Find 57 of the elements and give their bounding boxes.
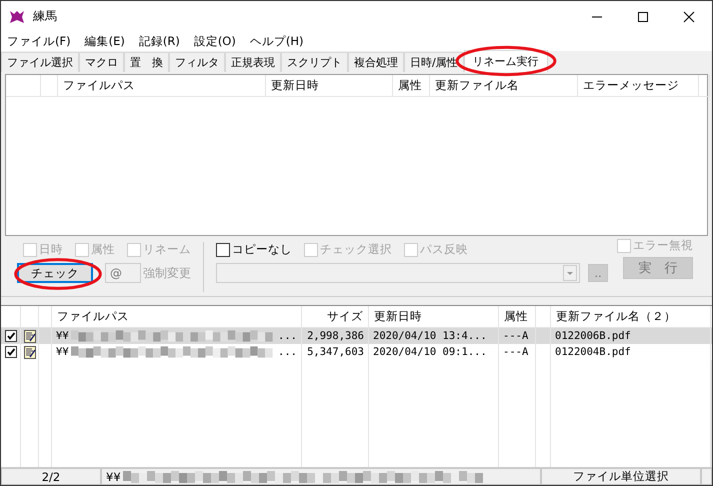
tab[interactable]: 置 換: [124, 52, 169, 72]
maximize-icon[interactable]: [637, 10, 649, 22]
tab[interactable]: 日時/属性: [404, 52, 464, 72]
table-cell: 0122004B.pdf: [551, 344, 711, 360]
status-path: ¥¥: [106, 470, 121, 484]
checkbox[interactable]: [4, 346, 16, 358]
column-header[interactable]: [699, 75, 710, 97]
tab[interactable]: リネーム実行: [464, 50, 548, 72]
column-header[interactable]: [41, 75, 58, 97]
status-mode: ファイル単位選択: [541, 468, 701, 485]
checkbox-label: パス反映: [420, 242, 468, 257]
checkbox-label: 属性: [91, 242, 115, 257]
column-header[interactable]: 更新ファイル名: [430, 75, 578, 97]
tab[interactable]: 複合処理: [348, 52, 404, 72]
checkbox[interactable]: [4, 330, 16, 342]
force-change-label: 強制変更: [143, 264, 191, 282]
close-icon[interactable]: [683, 10, 695, 22]
tab[interactable]: スクリプト: [281, 52, 348, 72]
window-title: 練馬: [33, 8, 57, 25]
tab[interactable]: フィルタ: [169, 52, 225, 72]
column-header[interactable]: ファイルパス: [58, 75, 266, 97]
column-header[interactable]: エラーメッセージ: [578, 75, 699, 97]
path-text: ¥¥: [56, 330, 69, 342]
table-cell: 5,347,603: [302, 344, 369, 360]
document-icon: [24, 330, 36, 342]
menu-item[interactable]: ファイル(F): [7, 34, 71, 49]
document-icon: [24, 346, 36, 358]
table-cell: 2,998,386: [302, 328, 369, 344]
table-cell: ---A: [499, 344, 536, 360]
app-logo-icon: [9, 10, 25, 24]
menu-item[interactable]: 記録(R): [138, 34, 180, 49]
table-cell: 2020/04/10 09:1...: [369, 344, 499, 360]
column-header[interactable]: [6, 75, 41, 97]
menu-item[interactable]: ヘルプ(H): [250, 34, 304, 49]
menu-item[interactable]: 編集(E): [84, 34, 125, 49]
checkbox-label: コピーなし: [232, 242, 292, 257]
checkbox-label: リネーム: [143, 242, 191, 257]
column-header[interactable]: 属性: [393, 75, 430, 97]
check-button[interactable]: チェック: [17, 263, 93, 283]
table-cell: 2020/04/10 13:4...: [369, 328, 499, 344]
tab[interactable]: ファイル選択: [1, 52, 79, 72]
checkbox-label: チェック選択: [320, 242, 392, 257]
path-text: ...: [278, 330, 297, 342]
tab[interactable]: 正規表現: [225, 52, 281, 72]
checkbox[interactable]: [216, 242, 230, 256]
menu-item[interactable]: 設定(O): [194, 34, 236, 49]
path-text: ...: [278, 346, 297, 358]
file-row[interactable]: ¥¥ ... 2,998,386 2020/04/10 13:4... ---A 0122006B.pdf: [1, 328, 712, 344]
column-header[interactable]: 更新日時: [266, 75, 393, 97]
path-text: ¥¥: [56, 346, 69, 358]
checkbox-label: 日時: [39, 242, 63, 257]
status-count: 2/2: [1, 468, 101, 485]
table-cell: 0122006B.pdf: [551, 328, 711, 344]
file-row[interactable]: ¥¥ ... 5,347,603 2020/04/10 09:1... ---A 0122004B.pdf: [1, 344, 712, 360]
table-cell: ---A: [499, 328, 536, 344]
tab[interactable]: マクロ: [79, 52, 124, 72]
checkbox-label: エラー無視: [633, 238, 693, 253]
